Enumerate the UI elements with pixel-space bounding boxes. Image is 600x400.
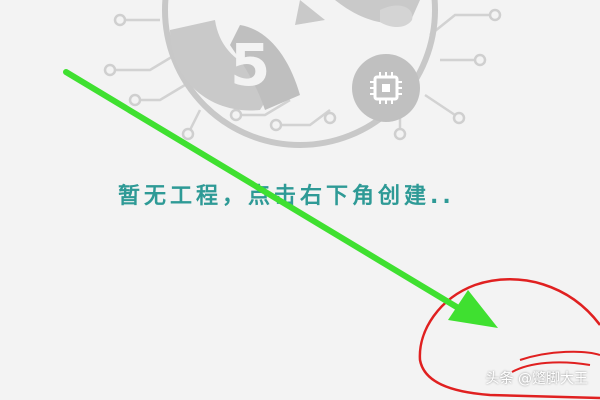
app-screen: 5 暂无工程，点击右下角创建.. 头条 @蹩脚大王 (0, 0, 600, 400)
green-arrow-annotation (63, 69, 498, 328)
watermark: 头条 @蹩脚大王 (485, 371, 588, 387)
